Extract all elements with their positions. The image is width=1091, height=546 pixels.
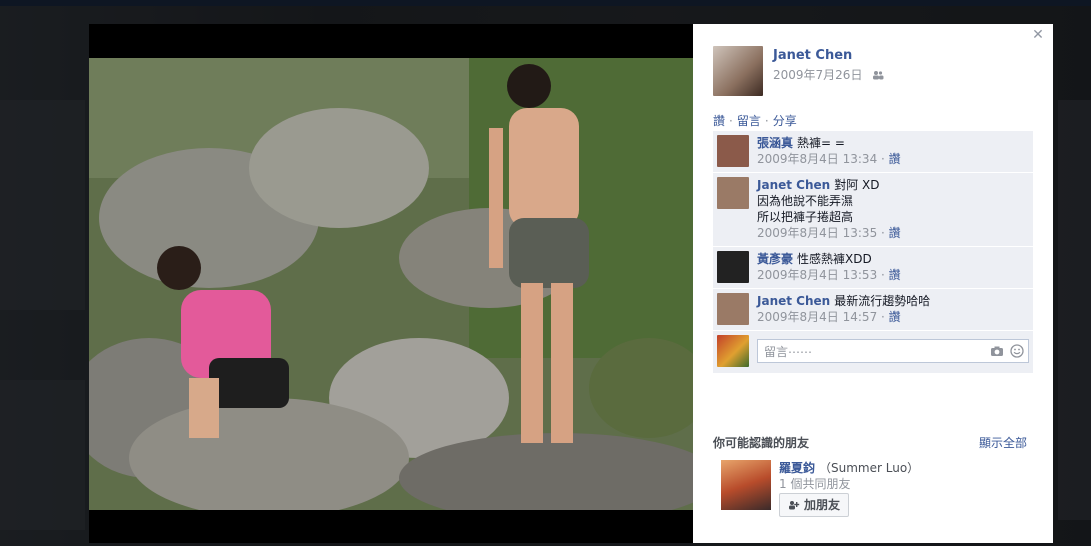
pymk-mutual-friends[interactable]: 1 個共同朋友 — [779, 476, 919, 492]
comment-first-line: Janet Chen 對阿 XD — [757, 177, 901, 193]
comment-meta: 2009年8月4日 14:57 · 讚 — [757, 309, 930, 325]
owner-avatar[interactable] — [713, 46, 763, 96]
comment-time[interactable]: 2009年8月4日 13:53 — [757, 268, 877, 282]
comment-like-link[interactable]: 讚 — [889, 226, 901, 240]
comment-item: Janet Chen 對阿 XD 因為他說不能弄濕 所以把褲子捲超高 2009年8月4日… — [713, 173, 1033, 247]
separator: · — [764, 114, 769, 128]
photo-side-panel: ✕ Janet Chen 2009年7月26日 讚 · 留言 · 分享 張涵真 熱褲= =… — [693, 24, 1053, 543]
pymk-title: 你可能認識的朋友 — [713, 436, 810, 450]
commenter-name[interactable]: Janet Chen — [757, 178, 830, 192]
composer-icons — [990, 344, 1024, 358]
comment-item: Janet Chen 最新流行趨勢哈哈 2009年8月4日 14:57 · 讚 — [713, 289, 1033, 331]
close-button[interactable]: ✕ — [1031, 28, 1045, 42]
comment-text: 最新流行趨勢哈哈 — [834, 294, 931, 308]
photo[interactable] — [89, 58, 693, 510]
comment-meta: 2009年8月4日 13:34 · 讚 — [757, 151, 901, 167]
owner-name[interactable]: Janet Chen — [773, 48, 884, 64]
comment-input-placeholder: 留言⋯⋯ — [764, 344, 813, 359]
comment-text-line: 所以把褲子捲超高 — [757, 210, 854, 224]
comment-input[interactable]: 留言⋯⋯ — [757, 339, 1029, 363]
owner-meta: 2009年7月26日 — [773, 66, 884, 83]
comment-like-link[interactable]: 讚 — [889, 152, 901, 166]
viewer-avatar — [717, 335, 749, 367]
separator: · — [729, 114, 733, 128]
comment-text: 性感熱褲XDD — [797, 252, 872, 266]
camera-icon[interactable] — [990, 344, 1004, 358]
comment-list: 張涵真 熱褲= = 2009年8月4日 13:34 · 讚 Janet Chen 對阿 … — [713, 131, 1033, 373]
pymk-info: 羅夏鈞 （Summer Luo） 1 個共同朋友 加朋友 — [779, 460, 919, 517]
photo-viewer — [89, 24, 693, 543]
like-link[interactable]: 讚 — [713, 114, 725, 128]
comment-text-line: 因為他說不能弄濕 — [757, 194, 854, 208]
pymk-card: 羅夏鈞 （Summer Luo） 1 個共同朋友 加朋友 — [721, 460, 919, 517]
comment-first-line: 黃彥豪 性感熱褲XDD — [757, 251, 901, 267]
emoji-icon[interactable] — [1010, 344, 1024, 358]
add-friend-button[interactable]: 加朋友 — [779, 493, 850, 517]
comment-time[interactable]: 2009年8月4日 13:35 — [757, 226, 877, 240]
comment-like-link[interactable]: 讚 — [889, 268, 901, 282]
share-link[interactable]: 分享 — [773, 114, 797, 128]
comment-first-line: 張涵真 熱褲= = — [757, 135, 901, 151]
commenter-avatar[interactable] — [717, 177, 749, 209]
comment-text: 對阿 XD — [834, 178, 880, 192]
photo-owner: Janet Chen 2009年7月26日 — [713, 46, 884, 96]
separator: · — [877, 152, 889, 166]
comment-item: 張涵真 熱褲= = 2009年8月4日 13:34 · 讚 — [713, 131, 1033, 173]
comment-body: Janet Chen 最新流行趨勢哈哈 2009年8月4日 14:57 · 讚 — [757, 293, 930, 325]
pymk-avatar[interactable] — [721, 460, 771, 510]
post-date[interactable]: 2009年7月26日 — [773, 66, 862, 83]
comment-like-link[interactable]: 讚 — [889, 310, 901, 324]
comment-meta: 2009年8月4日 13:35 · 讚 — [757, 225, 901, 241]
comment-time[interactable]: 2009年8月4日 13:34 — [757, 152, 877, 166]
comment-first-line: Janet Chen 最新流行趨勢哈哈 — [757, 293, 930, 309]
pymk-see-all-link[interactable]: 顯示全部 — [979, 434, 1027, 451]
comment-body: Janet Chen 對阿 XD 因為他說不能弄濕 所以把褲子捲超高 2009年8月4日… — [757, 177, 901, 241]
photo-image — [89, 58, 693, 510]
commenter-name[interactable]: 張涵真 — [757, 136, 793, 150]
comment-text: 熱褲= = — [797, 136, 845, 150]
add-friend-label: 加朋友 — [804, 498, 841, 512]
commenter-avatar[interactable] — [717, 135, 749, 167]
comment-body: 黃彥豪 性感熱褲XDD 2009年8月4日 13:53 · 讚 — [757, 251, 901, 283]
friends-audience-icon[interactable] — [872, 70, 884, 80]
commenter-name[interactable]: Janet Chen — [757, 294, 830, 308]
owner-info: Janet Chen 2009年7月26日 — [773, 46, 884, 96]
commenter-name[interactable]: 黃彥豪 — [757, 252, 793, 266]
separator: · — [877, 226, 889, 240]
pymk-alt-name: （Summer Luo） — [819, 461, 920, 475]
comment-time[interactable]: 2009年8月4日 14:57 — [757, 310, 877, 324]
comment-body: 張涵真 熱褲= = 2009年8月4日 13:34 · 讚 — [757, 135, 901, 167]
separator: · — [877, 268, 889, 282]
comment-composer: 留言⋯⋯ — [713, 331, 1033, 373]
comment-meta: 2009年8月4日 13:53 · 讚 — [757, 267, 901, 283]
comment-item: 黃彥豪 性感熱褲XDD 2009年8月4日 13:53 · 讚 — [713, 247, 1033, 289]
comment-link[interactable]: 留言 — [737, 114, 761, 128]
pymk-name[interactable]: 羅夏鈞 — [779, 461, 815, 475]
photo-actions: 讚 · 留言 · 分享 — [713, 112, 797, 129]
commenter-avatar[interactable] — [717, 293, 749, 325]
commenter-avatar[interactable] — [717, 251, 749, 283]
add-friend-icon — [789, 501, 800, 510]
separator: · — [877, 310, 889, 324]
